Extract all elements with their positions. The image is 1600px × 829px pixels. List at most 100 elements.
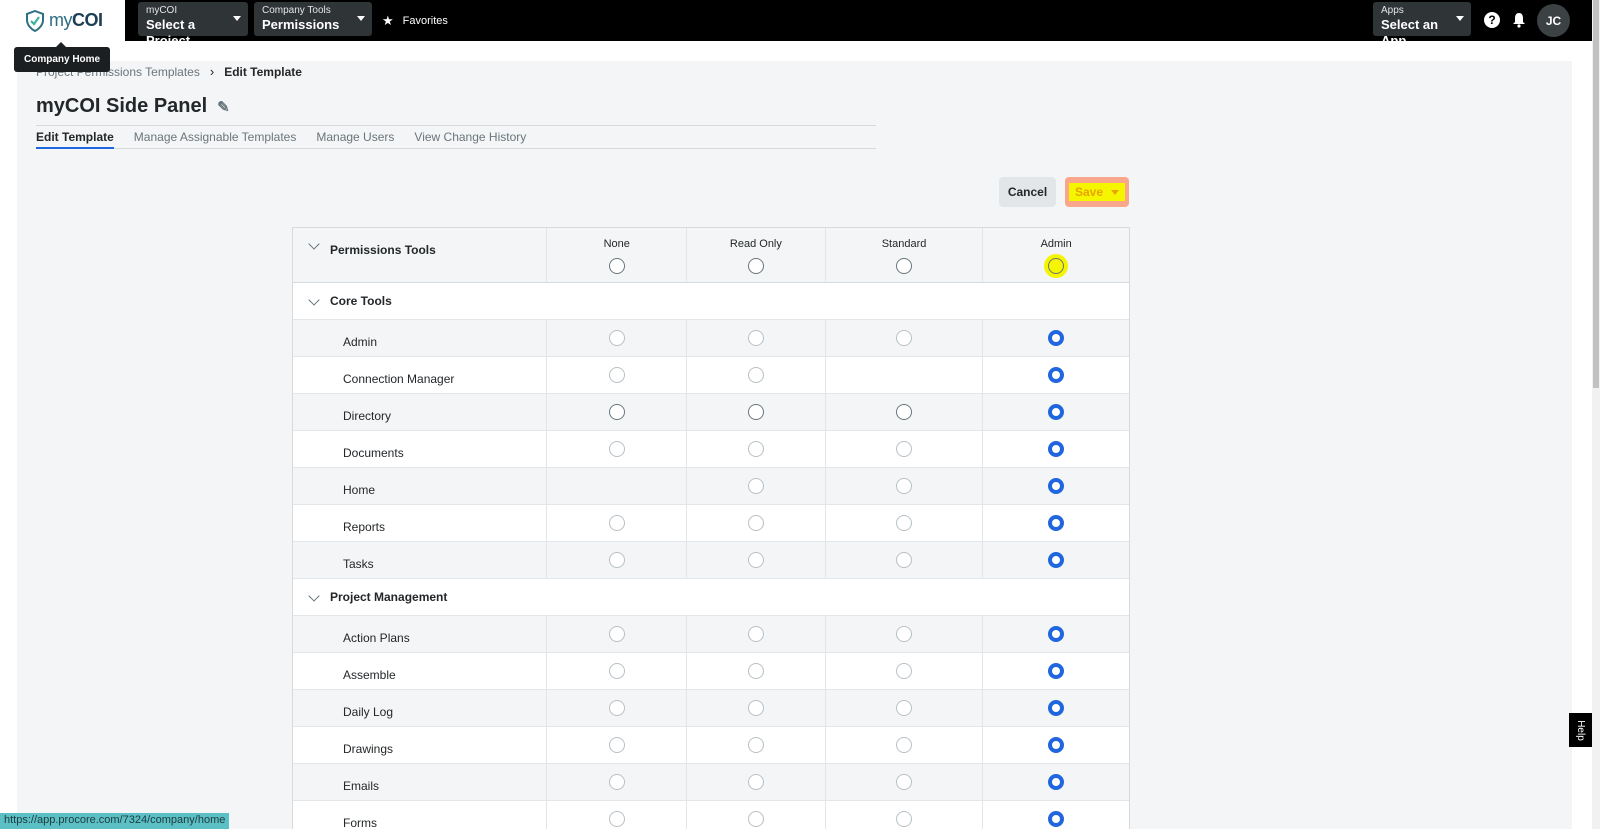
admin-radio[interactable] <box>1048 478 1065 494</box>
standard-radio[interactable] <box>896 478 913 494</box>
bell-icon[interactable] <box>1510 11 1528 29</box>
read-only-radio[interactable] <box>747 441 764 457</box>
admin-radio[interactable] <box>1048 663 1065 679</box>
none-radio[interactable] <box>608 515 625 531</box>
star-icon: ★ <box>382 13 394 28</box>
tool-name: Documents <box>293 431 548 467</box>
standard-radio[interactable] <box>896 737 913 753</box>
apps-selector[interactable]: Apps Select an App <box>1373 2 1471 48</box>
none-radio[interactable] <box>608 367 625 383</box>
none-radio[interactable] <box>608 663 625 679</box>
tools-selector-value: Permissions <box>262 17 340 32</box>
cancel-button[interactable]: Cancel <box>999 177 1056 207</box>
read-only-radio[interactable] <box>747 737 764 753</box>
read-only-radio[interactable] <box>747 404 764 420</box>
admin-radio[interactable] <box>1048 404 1065 420</box>
set-all-none-radio[interactable] <box>608 258 625 274</box>
company-home-logo[interactable]: myCOI <box>0 0 125 41</box>
admin-radio[interactable] <box>1048 811 1065 827</box>
read-only-radio[interactable] <box>747 552 764 568</box>
standard-radio[interactable] <box>896 404 913 420</box>
table-row: Assemble <box>293 653 1129 690</box>
group-row-core-tools[interactable]: Core Tools <box>293 283 1129 320</box>
read-only-radio[interactable] <box>747 367 764 383</box>
set-all-admin-radio[interactable] <box>1048 258 1065 274</box>
project-selector-value: Select a Project <box>146 17 196 48</box>
help-tab[interactable]: Help <box>1569 713 1592 747</box>
apps-selector-label: Apps <box>1381 5 1404 16</box>
table-row: Directory <box>293 394 1129 431</box>
read-only-radio[interactable] <box>747 663 764 679</box>
tab-edit-template[interactable]: Edit Template <box>36 126 114 149</box>
table-row: Admin <box>293 320 1129 357</box>
project-selector[interactable]: myCOI Select a Project <box>138 2 248 48</box>
read-only-radio[interactable] <box>747 626 764 642</box>
read-only-radio[interactable] <box>747 478 764 494</box>
none-radio[interactable] <box>608 811 625 827</box>
standard-radio[interactable] <box>896 626 913 642</box>
level-header-admin: Admin <box>983 228 1129 282</box>
scrollbar-thumb[interactable] <box>1593 0 1599 388</box>
set-all-read-only-radio[interactable] <box>747 258 764 274</box>
help-icon[interactable]: ? <box>1484 12 1500 28</box>
favorites-label: Favorites <box>402 15 448 27</box>
read-only-radio[interactable] <box>747 811 764 827</box>
standard-radio[interactable] <box>896 552 913 568</box>
none-radio[interactable] <box>608 404 625 420</box>
project-selector-label: myCOI <box>146 5 178 16</box>
admin-radio[interactable] <box>1048 552 1065 568</box>
tab-manage-assignable-templates[interactable]: Manage Assignable Templates <box>134 126 297 148</box>
read-only-radio[interactable] <box>747 700 764 716</box>
read-only-radio[interactable] <box>747 515 764 531</box>
caret-down-icon <box>1456 16 1464 21</box>
admin-radio[interactable] <box>1048 774 1065 790</box>
logo-text: myCOI <box>49 10 103 30</box>
tools-selector-label: Company Tools <box>262 5 331 16</box>
standard-radio[interactable] <box>896 515 913 531</box>
save-label: Save <box>1074 185 1104 199</box>
standard-radio[interactable] <box>896 811 913 827</box>
read-only-radio[interactable] <box>747 774 764 790</box>
favorites-button[interactable]: ★ Favorites <box>382 13 448 29</box>
admin-radio[interactable] <box>1048 737 1065 753</box>
shield-check-icon <box>26 9 44 32</box>
none-radio[interactable] <box>608 737 625 753</box>
set-all-standard-radio[interactable] <box>896 258 913 274</box>
none-radio[interactable] <box>608 774 625 790</box>
admin-radio[interactable] <box>1048 626 1065 642</box>
group-row-project-management[interactable]: Project Management <box>293 579 1129 616</box>
none-radio[interactable] <box>608 441 625 457</box>
none-radio[interactable] <box>608 626 625 642</box>
none-radio[interactable] <box>608 700 625 716</box>
tool-name: Forms <box>293 801 548 829</box>
tool-name: Daily Log <box>293 690 548 726</box>
save-button[interactable]: Save <box>1065 177 1129 207</box>
top-navigation-bar: myCOI myCOI Select a Project Company Too… <box>0 0 1592 48</box>
tool-name: Admin <box>293 320 548 356</box>
admin-radio[interactable] <box>1048 441 1065 457</box>
pencil-edit-icon[interactable]: ✎ <box>217 98 230 116</box>
standard-radio[interactable] <box>896 441 913 457</box>
standard-radio[interactable] <box>896 663 913 679</box>
none-radio[interactable] <box>608 330 625 346</box>
page-title-text: myCOI Side Panel <box>36 95 208 117</box>
admin-radio[interactable] <box>1048 515 1065 531</box>
tab-view-change-history[interactable]: View Change History <box>414 126 526 148</box>
tool-name: Assemble <box>293 653 548 689</box>
company-tools-selector[interactable]: Company Tools Permissions <box>254 2 372 36</box>
standard-radio[interactable] <box>896 774 913 790</box>
chevron-right-icon: › <box>209 64 215 79</box>
admin-radio[interactable] <box>1048 330 1065 346</box>
standard-radio[interactable] <box>896 330 913 346</box>
tab-manage-users[interactable]: Manage Users <box>316 126 394 148</box>
admin-radio[interactable] <box>1048 700 1065 716</box>
user-avatar[interactable]: JC <box>1537 4 1570 37</box>
read-only-radio[interactable] <box>747 330 764 346</box>
breadcrumb-current: Edit Template <box>224 64 302 79</box>
tool-name: Tasks <box>293 542 548 578</box>
permissions-tools-header[interactable]: Permissions Tools <box>293 228 548 282</box>
standard-radio[interactable] <box>896 700 913 716</box>
none-radio[interactable] <box>608 552 625 568</box>
table-header-row: Permissions Tools None Read Only Standar… <box>293 228 1129 283</box>
admin-radio[interactable] <box>1048 367 1065 383</box>
